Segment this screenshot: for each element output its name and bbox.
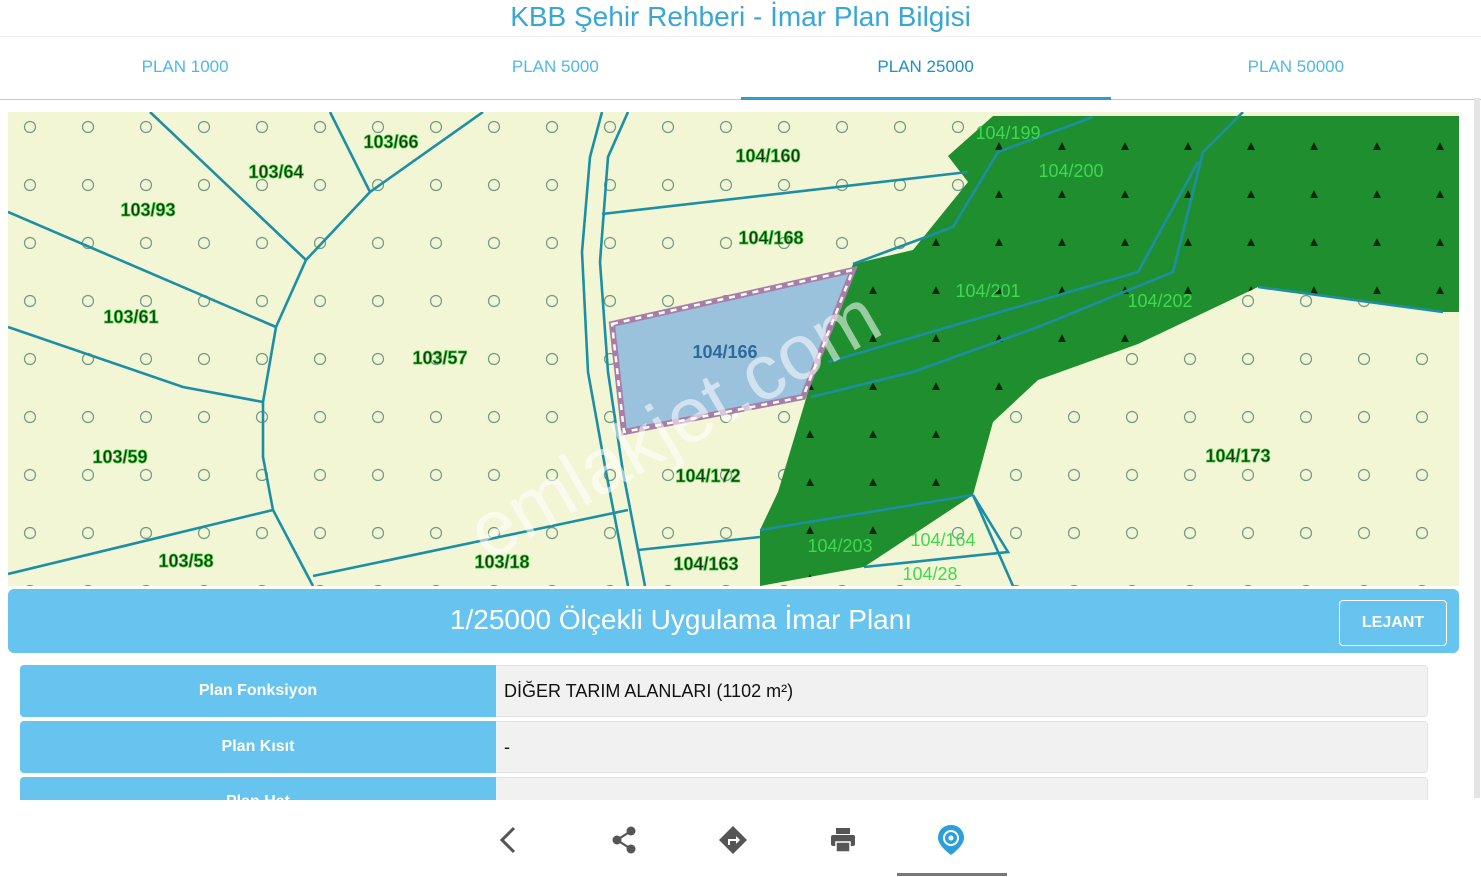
info-row-plan-fonksiyon: Plan Fonksiyon DİĞER TARIM ALANLARI (110… [20,665,1428,717]
info-label: Plan Kısıt [20,721,496,773]
parcel-label: 104/202 [1127,291,1192,311]
lejant-button[interactable]: LEJANT [1339,600,1447,646]
parcel-label: 104/173 [1205,446,1270,466]
parcel-label: 103/66 [363,132,418,152]
info-value: DİĞER TARIM ALANLARI (1102 m²) [496,665,1428,717]
active-indicator [897,873,1007,876]
parcel-label: 104/168 [738,228,803,248]
parcel-label: 104/199 [975,123,1040,143]
info-value [496,777,1428,800]
tab-plan-1000[interactable]: PLAN 1000 [0,37,370,99]
parcel-label: 104/160 [735,146,800,166]
parcel-label: 104/172 [675,466,740,486]
parcel-label: 104/163 [673,554,738,574]
back-icon[interactable] [488,822,528,858]
parcel-label: 103/93 [120,200,175,220]
parcel-label: 103/61 [103,307,158,327]
parcel-label: 104/28 [902,564,957,584]
parcel-label: 104/166 [692,342,757,362]
app-title: KBB Şehir Rehberi - İmar Plan Bilgisi [510,1,971,32]
plan-info-table: Plan Fonksiyon DİĞER TARIM ALANLARI (110… [20,665,1428,800]
tab-plan-25000[interactable]: PLAN 25000 [740,37,1112,100]
parcel-label: 103/18 [474,552,529,572]
parcel-label: 103/58 [158,551,213,571]
info-label: Plan Fonksiyon [20,665,496,717]
tab-plan-5000[interactable]: PLAN 5000 [370,37,740,99]
plan-title: 1/25000 Ölçekli Uygulama İmar Planı [449,604,913,635]
plan-header: 1/25000 Ölçekli Uygulama İmar Planı LEJA… [8,589,1459,653]
info-value: - [496,721,1428,773]
parcel-label: 104/201 [955,281,1020,301]
zoning-map[interactable]: emlakjet.com 103/66 103/64 103/93 103/61… [8,112,1459,586]
print-icon[interactable] [823,822,863,858]
directions-icon[interactable] [713,822,753,858]
plan-tabs: PLAN 1000 PLAN 5000 PLAN 25000 PLAN 5000… [0,36,1481,100]
parcel-label: 104/203 [807,536,872,556]
parcel-label: 104/164 [910,530,975,550]
share-icon[interactable] [604,822,644,858]
info-row-plan-kisit: Plan Kısıt - [20,721,1428,773]
info-label: Plan Hat [20,777,496,800]
parcel-label: 104/200 [1038,161,1103,181]
parcel-label: 103/57 [412,348,467,368]
info-row-plan-hat: Plan Hat [20,777,1428,800]
scrollbar[interactable] [1474,98,1480,798]
parcel-label: 103/59 [92,447,147,467]
parcel-label: 103/64 [248,162,303,182]
tab-plan-50000[interactable]: PLAN 50000 [1111,37,1481,99]
location-icon[interactable] [931,822,971,858]
bottom-toolbar [0,808,1481,877]
